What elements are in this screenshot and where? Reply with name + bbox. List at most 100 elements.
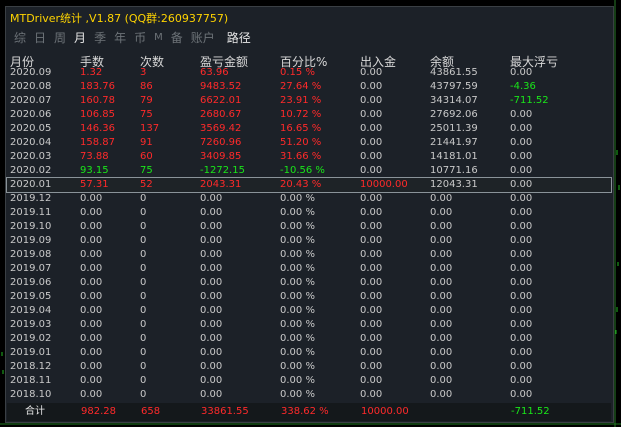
table-cell: 0.00 xyxy=(360,67,383,78)
table-row[interactable]: 2020.09 1.32 3 63.96 0.15 % 0.00 43861.55 0.00 xyxy=(7,66,611,80)
tab-8[interactable]: 备 xyxy=(171,29,183,46)
table-cell: 16.65 % xyxy=(280,123,322,134)
table-cell: 2680.67 xyxy=(200,109,242,120)
table-cell: 2020.01 xyxy=(10,179,52,190)
table-row[interactable]: 2019.06 0.00 0 0.00 0.00 % 0.00 0.00 0.00 xyxy=(7,276,611,290)
table-row[interactable]: 2019.02 0.00 0 0.00 0.00 % 0.00 0.00 0.00 xyxy=(7,332,611,346)
table-cell: 2019.03 xyxy=(10,319,52,330)
table-cell: 0.00 xyxy=(510,67,533,78)
table-row[interactable]: 2018.12 0.00 0 0.00 0.00 % 0.00 0.00 0.00 xyxy=(7,360,611,374)
table-cell: 2019.10 xyxy=(10,221,52,232)
tab-1[interactable]: 日 xyxy=(34,29,46,46)
table-row[interactable]: 2020.04 158.87 91 7260.96 51.20 % 0.00 21441.9… xyxy=(7,136,611,150)
table-row[interactable]: 2020.03 73.88 60 3409.85 31.66 % 0.00 14181.01… xyxy=(7,150,611,164)
table-cell: 0.00 xyxy=(510,109,533,120)
table-row[interactable]: 2019.12 0.00 0 0.00 0.00 % 0.00 0.00 0.00 xyxy=(7,192,611,206)
table-cell: 0.00 xyxy=(510,277,533,288)
tab-2[interactable]: 周 xyxy=(54,29,66,46)
table-cell: 0.00 xyxy=(430,249,453,260)
table-row[interactable]: 2019.10 0.00 0 0.00 0.00 % 0.00 0.00 0.00 xyxy=(7,220,611,234)
table-cell: 31.66 % xyxy=(280,151,322,162)
table-row[interactable]: 2020.05 146.36 137 3569.42 16.65 % 0.00 25011.… xyxy=(7,122,611,136)
table-row[interactable]: 2019.05 0.00 0 0.00 0.00 % 0.00 0.00 0.00 xyxy=(7,290,611,304)
table-cell: 0.00 % xyxy=(280,249,315,260)
table-row[interactable]: 2018.10 0.00 0 0.00 0.00 % 0.00 0.00 0.00 xyxy=(7,388,611,402)
tab-6[interactable]: 币 xyxy=(134,29,146,46)
table-cell: 0.00 xyxy=(510,375,533,386)
table-row[interactable]: 2020.02 93.15 75 -1272.15 -10.56 % 0.00 10771.… xyxy=(7,164,611,178)
table-cell: 0.00 xyxy=(510,249,533,260)
table-cell: 2019.04 xyxy=(10,305,52,316)
table-cell: 0.00 % xyxy=(280,221,315,232)
table-cell: 0.00 xyxy=(510,361,533,372)
tab-5[interactable]: 年 xyxy=(114,29,126,46)
table-cell: 6622.01 xyxy=(200,95,242,106)
totals-deposit: 10000.00 xyxy=(361,406,409,417)
table-cell: 0.00 xyxy=(510,207,533,218)
table-row[interactable]: 2019.11 0.00 0 0.00 0.00 % 0.00 0.00 0.00 xyxy=(7,206,611,220)
table-cell: 2019.09 xyxy=(10,235,52,246)
table-cell: 0 xyxy=(140,249,147,260)
totals-lots: 982.28 xyxy=(81,406,116,417)
table-cell: 0.00 xyxy=(430,305,453,316)
table-row[interactable]: 2018.11 0.00 0 0.00 0.00 % 0.00 0.00 0.00 xyxy=(7,374,611,388)
table-cell: 0.00 xyxy=(430,207,453,218)
table-row[interactable]: 2019.01 0.00 0 0.00 0.00 % 0.00 0.00 0.00 xyxy=(7,346,611,360)
table-cell: 0.00 xyxy=(200,235,223,246)
table-cell: 0.00 xyxy=(80,277,103,288)
table-cell: 93.15 xyxy=(80,165,109,176)
table-row[interactable]: 2019.08 0.00 0 0.00 0.00 % 0.00 0.00 0.00 xyxy=(7,248,611,262)
tab-9[interactable]: 账户 xyxy=(191,29,215,46)
table-row[interactable]: 2020.08 183.76 86 9483.52 27.64 % 0.00 43797.5… xyxy=(7,80,611,94)
table-cell: -711.52 xyxy=(510,95,549,106)
totals-percent: 338.62 % xyxy=(281,406,329,417)
table-cell: 23.91 % xyxy=(280,95,322,106)
table-cell: 183.76 xyxy=(80,81,115,92)
table-cell: 79 xyxy=(140,95,153,106)
table-row[interactable]: 2019.09 0.00 0 0.00 0.00 % 0.00 0.00 0.00 xyxy=(7,234,611,248)
table-cell: 0 xyxy=(140,193,147,204)
table-cell: 0.00 xyxy=(360,95,383,106)
table-cell: 0.00 xyxy=(80,221,103,232)
window-title: MTDriver统计 ,V1.87 (QQ群:260937757) xyxy=(10,12,229,25)
table-cell: 14181.01 xyxy=(430,151,478,162)
tab-3[interactable]: 月 xyxy=(74,29,86,46)
table-cell: 0.00 xyxy=(360,347,383,358)
table-row[interactable]: 2019.03 0.00 0 0.00 0.00 % 0.00 0.00 0.00 xyxy=(7,318,611,332)
table-cell: -10.56 % xyxy=(280,165,325,176)
table-cell: -4.36 xyxy=(510,81,536,92)
table-cell: 0.00 xyxy=(360,249,383,260)
table-cell: 0.00 xyxy=(430,319,453,330)
table-cell: 0.00 xyxy=(430,375,453,386)
table-cell: 0.00 xyxy=(510,193,533,204)
tab-4[interactable]: 季 xyxy=(94,29,106,46)
tab-10[interactable]: 路径 xyxy=(227,29,251,46)
table-cell: 0 xyxy=(140,207,147,218)
table-cell: 0.00 xyxy=(200,361,223,372)
table-cell: 0.00 xyxy=(360,375,383,386)
table-cell: 0.00 xyxy=(360,389,383,400)
table-cell: 0.00 xyxy=(430,333,453,344)
table-cell: 0.00 % xyxy=(280,193,315,204)
table-cell: 0.00 xyxy=(80,389,103,400)
table-cell: 0.00 xyxy=(80,235,103,246)
table-cell: 0.00 % xyxy=(280,389,315,400)
table-row[interactable]: 2019.04 0.00 0 0.00 0.00 % 0.00 0.00 0.00 xyxy=(7,304,611,318)
table-row[interactable]: 2019.07 0.00 0 0.00 0.00 % 0.00 0.00 0.00 xyxy=(7,262,611,276)
tab-0[interactable]: 综 xyxy=(14,29,26,46)
table-cell: 0.00 xyxy=(510,319,533,330)
table-cell: 0.00 % xyxy=(280,277,315,288)
table-cell: 0.00 xyxy=(360,165,383,176)
table-cell: 60 xyxy=(140,151,153,162)
table-cell: 0 xyxy=(140,221,147,232)
table-cell: 25011.39 xyxy=(430,123,478,134)
table-cell: 63.96 xyxy=(200,67,229,78)
table-cell: 0.00 xyxy=(430,193,453,204)
table-row[interactable]: 2020.07 160.78 79 6622.01 23.91 % 0.00 34314.0… xyxy=(7,94,611,108)
table-cell: 0.00 % xyxy=(280,375,315,386)
table-row[interactable]: 2020.01 57.31 52 2043.31 20.43 % 10000.00 1204… xyxy=(6,177,612,193)
table-cell: 0.00 xyxy=(200,277,223,288)
tab-7[interactable]: M xyxy=(154,32,163,43)
table-cell: 91 xyxy=(140,137,153,148)
table-row[interactable]: 2020.06 106.85 75 2680.67 10.72 % 0.00 27692.0… xyxy=(7,108,611,122)
